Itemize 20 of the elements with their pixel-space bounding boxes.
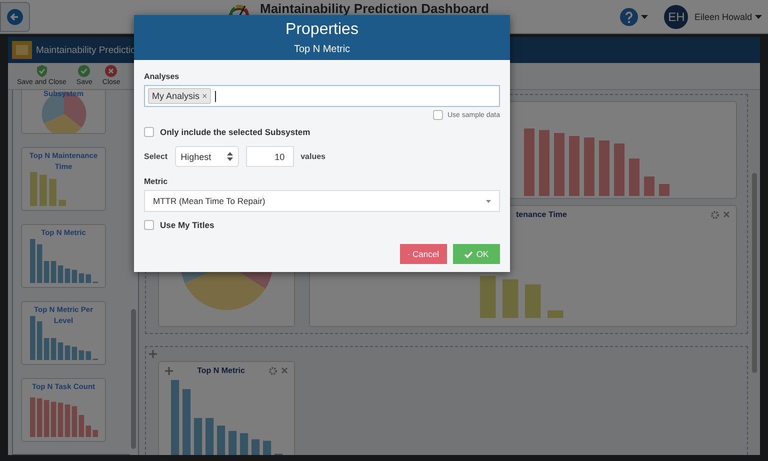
widget-title: tenance Time	[515, 210, 568, 219]
widget-title: Top N Metric	[196, 366, 246, 375]
checkbox-label: Use My Titles	[160, 220, 214, 230]
checkbox-label: Only include the selected Subsystem	[160, 127, 310, 137]
order-dropdown[interactable]: Highest	[174, 146, 239, 167]
ok-button[interactable]: OK	[453, 244, 500, 264]
analysis-tag: My Analysis ×	[148, 88, 212, 104]
metric-dropdown[interactable]: MTTR (Mean Time To Repair)	[144, 190, 500, 212]
user-menu[interactable]: Eileen Howald	[694, 12, 762, 22]
values-label: values	[300, 152, 326, 161]
dialog-subtitle: Top N Metric	[294, 44, 350, 54]
select-label: Select	[144, 152, 168, 161]
user-avatar[interactable]: EH	[664, 4, 688, 28]
cancel-button[interactable]: Cancel	[400, 244, 447, 264]
dialog-title: Properties	[286, 20, 358, 38]
analyses-label: Analyses	[144, 72, 180, 81]
metric-label: Metric	[144, 177, 169, 186]
analyses-field[interactable]: My Analysis ×	[144, 85, 500, 107]
count-field[interactable]: 10	[246, 146, 294, 167]
app-title: Maintainability Prediction Dashboard	[260, 1, 489, 16]
